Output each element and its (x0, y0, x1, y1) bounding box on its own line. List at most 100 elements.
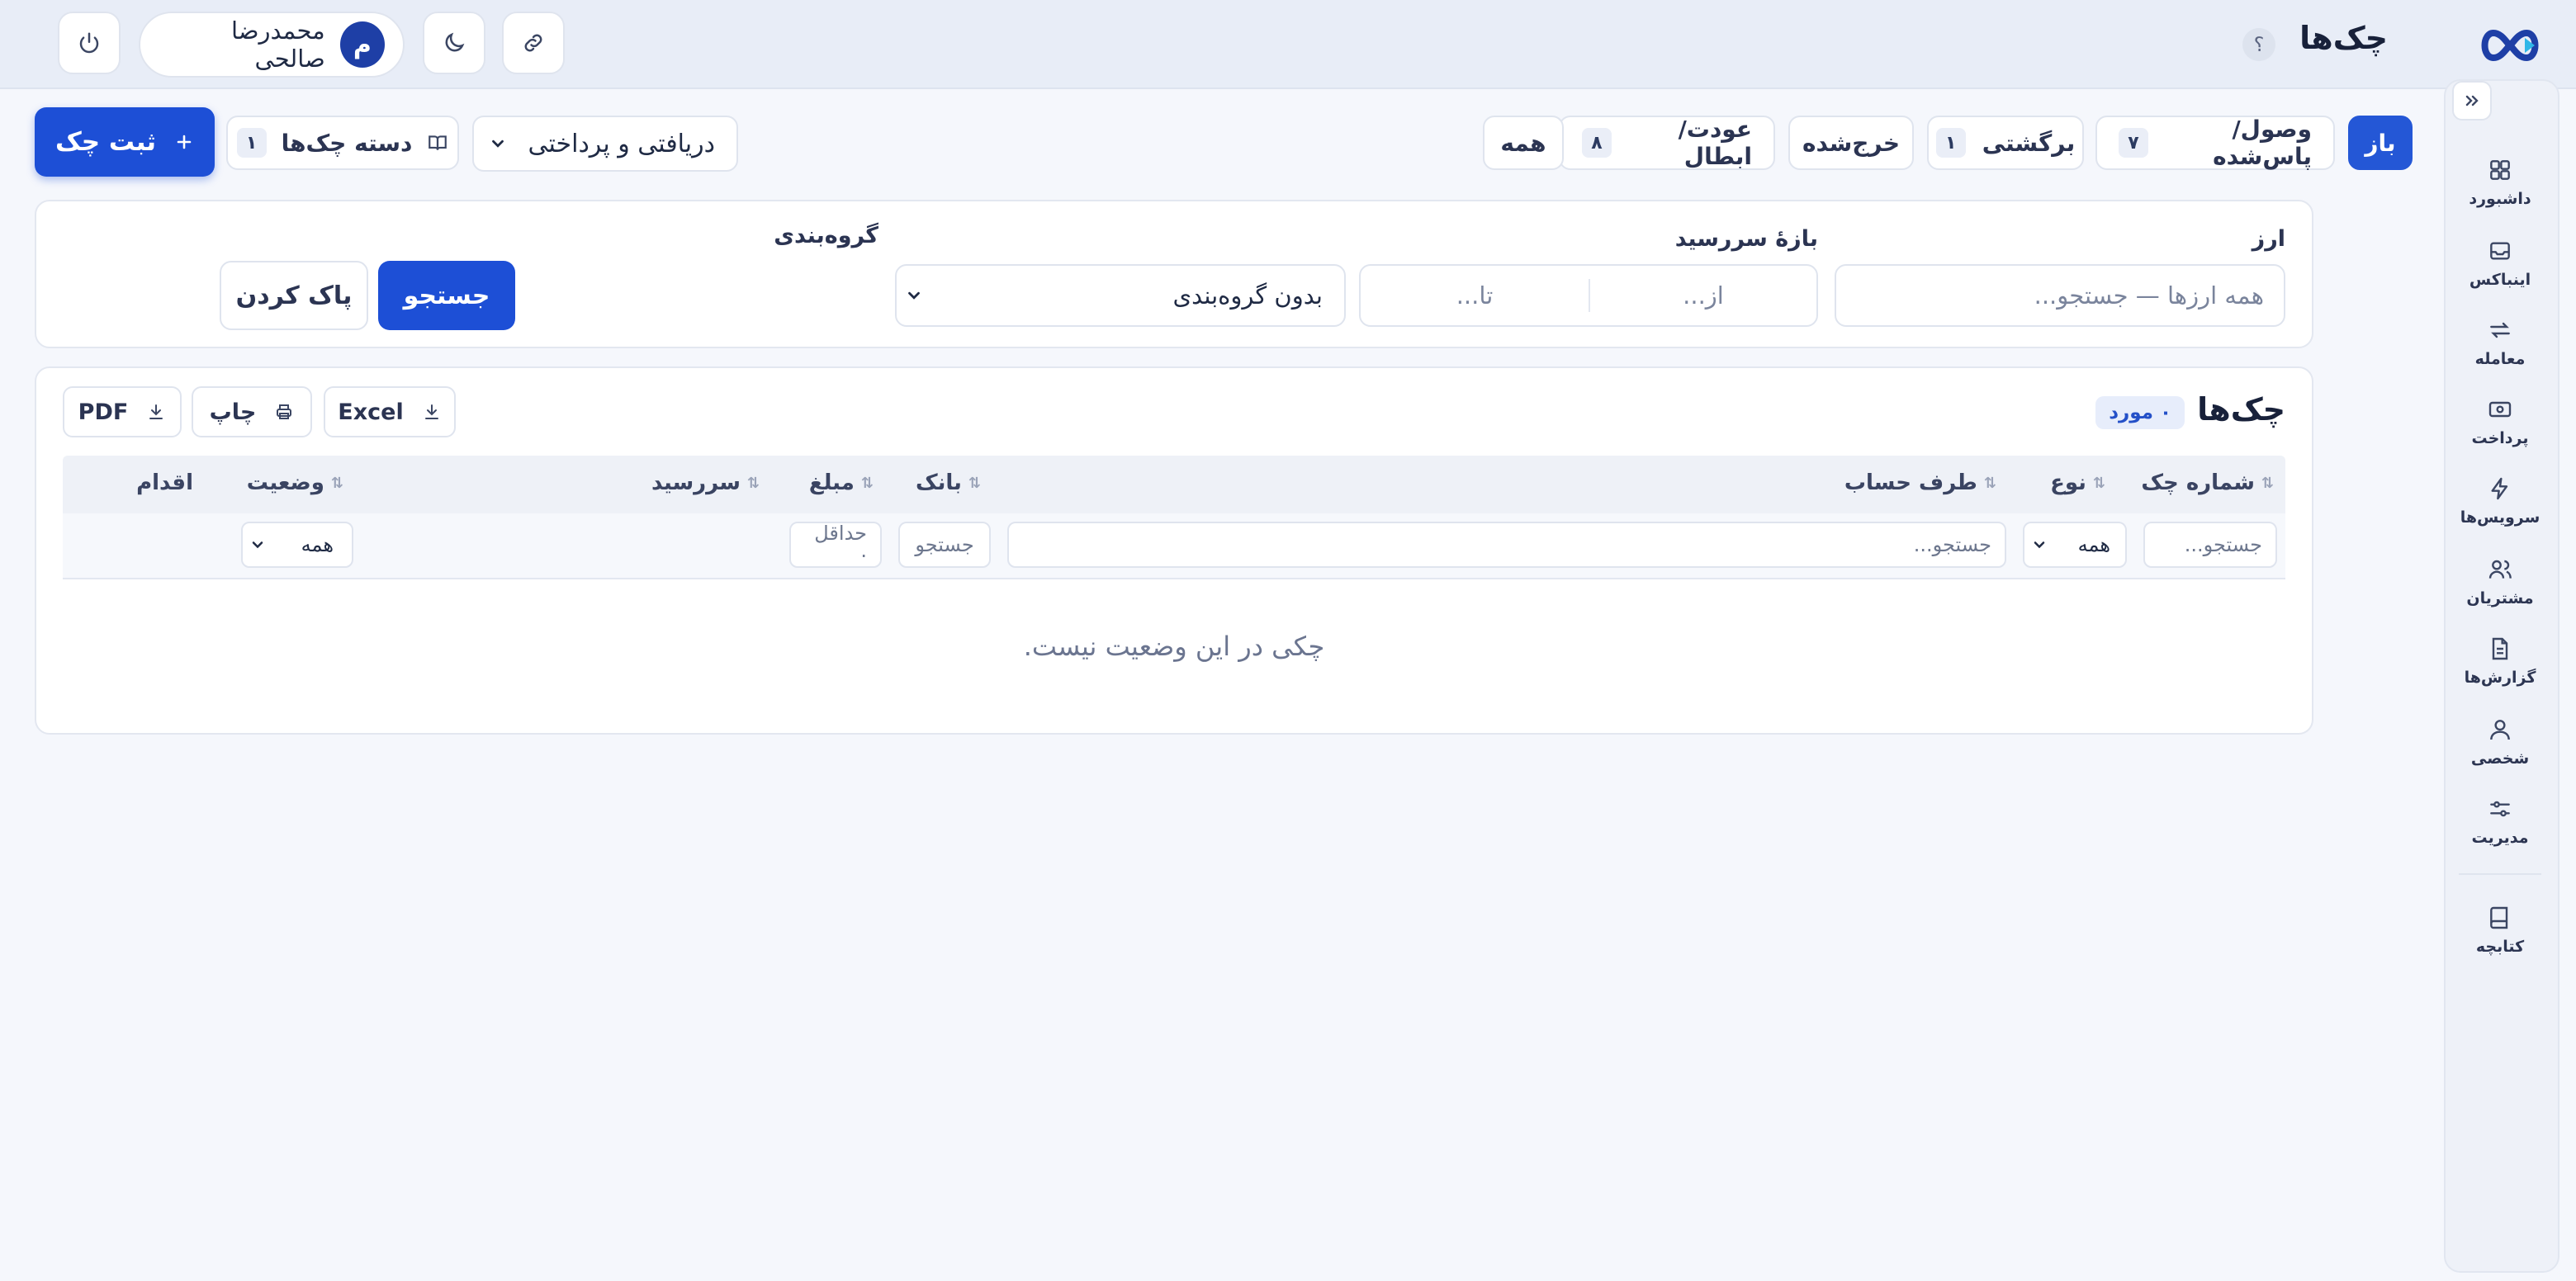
due-to-field[interactable]: تا... (1361, 281, 1589, 310)
column-header-type[interactable]: ⇅ نوع (2050, 470, 2105, 495)
sidebar-item-personal[interactable]: شخصی (2442, 716, 2558, 768)
sidebar-item-payment[interactable]: پرداخت (2442, 396, 2558, 447)
logo (2477, 25, 2543, 66)
sidebar-divider (2459, 873, 2541, 875)
sort-icon: ⇅ (2092, 474, 2105, 492)
user-name: محمدرضا صالحی (231, 17, 325, 73)
due-from-field[interactable]: از... (1589, 279, 1816, 312)
cash-icon (2488, 401, 2512, 418)
sidebar-item-inbox[interactable]: اینباکس (2442, 238, 2558, 289)
tab-count: ۷ (2119, 128, 2148, 158)
top-bar: چک‌ها ؟ م محمدرضا صالحی (0, 0, 2576, 89)
column-header-party[interactable]: ⇅ طرف حساب (1844, 470, 1996, 495)
tab-returned[interactable]: برگشتی ۱ (1927, 116, 2084, 170)
chevron-down-icon (908, 291, 920, 300)
chevron-down-icon (252, 541, 263, 549)
users-icon (2488, 560, 2512, 579)
avatar: م (339, 21, 385, 68)
page-title: چک‌ها (2299, 20, 2388, 56)
user-icon (2490, 720, 2510, 740)
count-badge: ۰ مورد (2095, 396, 2185, 429)
amount-min-input[interactable]: حداقل · (789, 522, 882, 568)
column-header-bank[interactable]: ⇅ بانک (916, 470, 981, 495)
sort-icon: ⇅ (860, 474, 874, 492)
print-button[interactable]: چاپ (192, 386, 312, 437)
sidebar-item-customers[interactable]: مشتریان (2442, 556, 2558, 607)
empty-state-message: چکی در این وضعیت نیست. (1023, 631, 1325, 662)
search-button[interactable]: جستجو (378, 261, 515, 330)
grouping-select[interactable]: بدون گروه‌بندی (895, 264, 1346, 327)
sidebar-item-handbook[interactable]: کتابچه (2442, 905, 2558, 956)
currency-label: ارز (2252, 226, 2285, 252)
status-filter-select[interactable]: همه (241, 522, 353, 568)
logout-button[interactable] (58, 12, 121, 74)
clear-button[interactable]: پاک کردن (220, 261, 368, 330)
type-filter-select[interactable]: همه (2023, 522, 2127, 568)
tab-cleared[interactable]: وصول/پاس‌شده ۷ (2095, 116, 2335, 170)
filter-panel: ارز همه ارزها — جستجو... بازهٔ سررسید از… (35, 200, 2313, 348)
sidebar-item-management[interactable]: مدیریت (2442, 796, 2558, 847)
column-header-status[interactable]: ⇅ وضعیت (247, 470, 343, 495)
column-header-number[interactable]: ⇅ شماره چک (2141, 470, 2274, 495)
sidebar-item-reports[interactable]: گزارش‌ها (2442, 636, 2558, 687)
chevron-down-icon (2034, 541, 2045, 549)
checkbooks-count: ۱ (236, 128, 267, 158)
table-title: چک‌ها (2197, 391, 2285, 428)
column-header-action: اقدام (136, 470, 193, 495)
sidebar-item-trade[interactable]: معامله (2442, 317, 2558, 368)
download-icon (424, 404, 438, 419)
inbox-icon (2490, 242, 2510, 260)
column-header-due[interactable]: ⇅ سررسید (651, 470, 760, 495)
tab-count: ۱ (1935, 128, 1966, 158)
table-filter-row: جستجو... همه جستجو... جستجو حداقل · همه (63, 513, 2285, 579)
download-icon (149, 404, 163, 419)
double-chevron-icon (2465, 95, 2479, 106)
grouping-label: گروه‌بندی (774, 223, 878, 248)
column-header-amount[interactable]: ⇅ مبلغ (809, 470, 874, 495)
grid-icon (2490, 160, 2510, 180)
add-check-button[interactable]: ثبت چک (35, 107, 215, 177)
report-icon (2492, 637, 2508, 660)
bank-filter-input[interactable]: جستجو (898, 522, 991, 568)
book-icon (2490, 906, 2508, 929)
sidebar-item-dashboard[interactable]: داشبورد (2442, 157, 2558, 208)
tab-all[interactable]: همه (1483, 116, 1564, 170)
tab-cancelled[interactable]: عودت/ابطال ۸ (1559, 116, 1775, 170)
sidebar-collapse-button[interactable] (2452, 81, 2492, 121)
chevron-down-icon (492, 139, 504, 148)
user-menu[interactable]: م محمدرضا صالحی (139, 12, 405, 78)
sort-icon: ⇅ (2261, 474, 2274, 492)
sort-icon: ⇅ (968, 474, 981, 492)
sidebar-item-services[interactable]: سرویس‌ها (2442, 475, 2558, 527)
open-book-icon (429, 135, 447, 150)
number-filter-input[interactable]: جستجو... (2143, 522, 2277, 568)
export-pdf-button[interactable]: PDF (63, 386, 182, 437)
link-icon (524, 34, 542, 52)
due-range-input[interactable]: از... تا... (1359, 264, 1818, 327)
table-header: ⇅ شماره چک ⇅ نوع ⇅ طرف حساب ⇅ بانک ⇅ مبلغ ⇅ سر… (63, 456, 2285, 513)
sort-icon: ⇅ (746, 474, 760, 492)
sort-icon: ⇅ (1983, 474, 1996, 492)
sort-icon: ⇅ (330, 474, 343, 492)
link-button[interactable] (502, 12, 565, 74)
sidebar: داشبورد اینباکس معامله پرداخت سرویس‌ها م… (2444, 79, 2559, 1273)
tab-spent[interactable]: خرج‌شده (1788, 116, 1914, 170)
checkbooks-button[interactable]: دسته چک‌ها ۱ (226, 116, 459, 170)
moon-icon (445, 32, 465, 52)
help-icon[interactable]: ؟ (2242, 28, 2275, 61)
bolt-icon (2491, 477, 2508, 500)
swap-icon (2490, 322, 2510, 338)
theme-toggle-button[interactable] (423, 12, 485, 74)
export-excel-button[interactable]: Excel (324, 386, 456, 437)
due-range-label: بازهٔ سررسید (1674, 226, 1818, 252)
plus-icon (177, 135, 192, 149)
printer-icon (277, 404, 292, 419)
party-filter-input[interactable]: جستجو... (1007, 522, 2006, 568)
power-icon (79, 32, 99, 54)
tab-open[interactable]: باز (2348, 116, 2413, 170)
tab-count: ۸ (1582, 128, 1612, 158)
currency-input[interactable]: همه ارزها — جستجو... (1835, 264, 2285, 327)
checks-table-card: چک‌ها ۰ مورد Excel چاپ PDF ⇅ شماره چک ⇅ نو… (35, 366, 2313, 735)
check-type-select[interactable]: دریافتی و پرداختی (472, 116, 738, 172)
sliders-icon (2490, 801, 2510, 817)
